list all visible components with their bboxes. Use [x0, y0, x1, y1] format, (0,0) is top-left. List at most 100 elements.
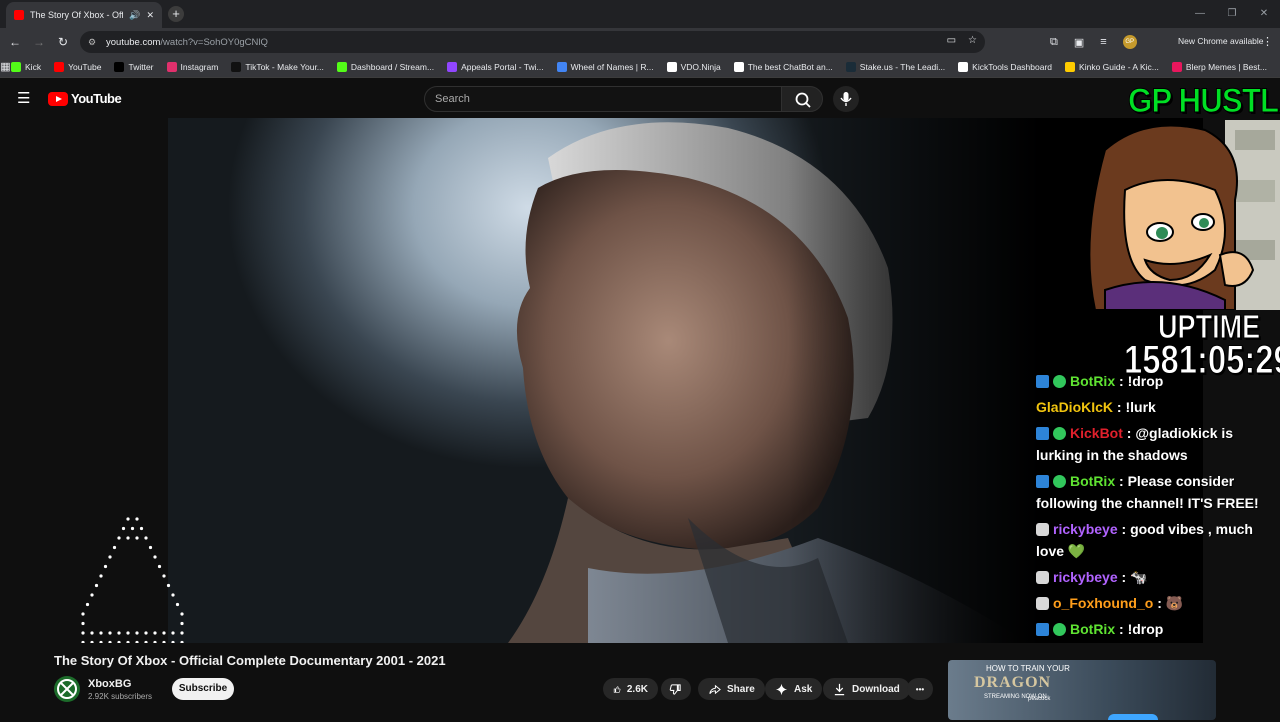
chrome-menu-icon[interactable]: ⋮ [1262, 35, 1273, 48]
visualizer-dot [180, 631, 184, 635]
chat-message: BotRix : !drop [1036, 618, 1272, 640]
bookmark-item[interactable]: Twitter [114, 61, 154, 72]
chat-separator: : [1153, 595, 1166, 611]
reload-icon[interactable]: ↻ [51, 35, 75, 49]
recommended-video-thumbnail[interactable]: HOW TO TRAIN YOUR DRAGON STREAMING NOW O… [948, 660, 1216, 720]
bookmark-label: Instagram [180, 61, 219, 72]
close-window-icon[interactable]: ✕ [1248, 0, 1280, 28]
bookmark-label: Stake.us - The Leadi... [859, 61, 946, 72]
omnibox[interactable]: ⚙ youtube.com/watch?v=SohOY0gCNlQ ▭ ☆ [80, 31, 985, 53]
speaker-icon[interactable]: 🔊 [129, 10, 140, 21]
extensions-icon[interactable]: ⧉ [1050, 36, 1058, 49]
verified-badge-icon [1053, 427, 1066, 440]
bookmark-star-icon[interactable]: ☆ [968, 35, 977, 46]
bookmark-favicon-icon [666, 61, 677, 72]
like-count: 2.6K [626, 683, 648, 695]
bookmark-item[interactable]: The best ChatBot an... [733, 61, 833, 72]
chat-separator: : [1113, 399, 1126, 415]
subscribe-button[interactable]: Subscribe [172, 678, 234, 700]
download-button[interactable]: Download [823, 678, 910, 700]
bookmark-item[interactable]: KickTools Dashboard [958, 61, 1052, 72]
browser-tab-active[interactable]: The Story Of Xbox - Official 🔊 ✕ [6, 2, 162, 28]
share-icon [709, 684, 721, 694]
restore-icon[interactable]: ❐ [1216, 0, 1248, 28]
channel-avatar[interactable] [54, 676, 80, 702]
verified-badge-icon [1053, 375, 1066, 388]
chat-text: !lurk [1125, 399, 1156, 415]
bookmark-item[interactable]: TikTok - Make Your... [231, 61, 324, 72]
bookmark-label: Kick [25, 61, 42, 72]
bookmark-item[interactable]: Blerp Memes | Best... [1171, 61, 1267, 72]
bookmark-item[interactable]: Wheel of Names | R... [556, 61, 654, 72]
bookmark-item[interactable]: Kick [11, 61, 42, 72]
address-bar-row: ← → ↻ ⚙ youtube.com/watch?v=SohOY0gCNlQ … [0, 28, 1280, 56]
channel-name[interactable]: XboxBG [88, 678, 131, 690]
visualizer-dot [135, 536, 139, 540]
close-tab-icon[interactable]: ✕ [146, 10, 154, 21]
apps-grid-icon[interactable]: ▦ [0, 60, 11, 73]
chat-separator: : [1122, 425, 1136, 441]
bookmark-item[interactable]: Stake.us - The Leadi... [845, 61, 946, 72]
chat-separator: : [1115, 621, 1128, 637]
bookmark-item[interactable]: YouTube [54, 61, 101, 72]
youtube-logo-text: YouTube [71, 91, 122, 106]
bookmark-label: Appeals Portal - Twi... [461, 61, 544, 72]
youtube-logo[interactable]: YouTube [48, 91, 122, 106]
kick-badge-icon [1036, 623, 1049, 636]
chat-username: rickybeye [1053, 521, 1118, 537]
chat-username: rickybeye [1053, 569, 1118, 585]
chat-username: BotRix [1070, 621, 1116, 637]
visualizer-dot [171, 593, 175, 597]
subscriber-badge-icon [1036, 523, 1049, 536]
visualizer-dot [171, 631, 175, 635]
chat-separator: : [1117, 569, 1131, 585]
forward-icon[interactable]: → [27, 35, 51, 49]
verified-badge-icon [1053, 623, 1066, 636]
visualizer-dot [157, 564, 162, 569]
visualizer-dot [81, 612, 85, 616]
minimize-icon[interactable]: — [1184, 0, 1216, 28]
dislike-button[interactable] [661, 678, 691, 700]
profile-avatar[interactable]: GP [1122, 35, 1137, 49]
reading-list-icon[interactable]: ▣ [1074, 36, 1084, 49]
visualizer-dot [135, 517, 139, 521]
bookmark-item[interactable]: Appeals Portal - Twi... [447, 61, 544, 72]
new-tab-button[interactable]: + [168, 6, 184, 22]
bookmark-favicon-icon [1171, 61, 1182, 72]
media-controls-icon[interactable]: ≡ [1100, 36, 1106, 48]
ask-button[interactable]: Ask [765, 678, 823, 700]
chat-username: BotRix [1070, 473, 1116, 489]
search-button[interactable] [781, 86, 823, 112]
bookmark-favicon-icon [1065, 61, 1076, 72]
search-icon [795, 92, 811, 108]
bookmark-label: Twitter [128, 61, 154, 72]
new-chrome-available[interactable]: New Chrome available [1178, 36, 1264, 46]
kick-badge-icon [1036, 375, 1049, 388]
menu-icon[interactable]: ☰ [17, 91, 31, 106]
visualizer-dot [90, 593, 94, 597]
search-input[interactable]: Search [424, 86, 782, 112]
bookmark-favicon-icon [231, 61, 242, 72]
bookmark-label: Wheel of Names | R... [570, 61, 654, 72]
subscriber-badge-icon [1036, 597, 1049, 610]
voice-search-button[interactable] [833, 86, 859, 112]
share-label: Share [727, 683, 755, 695]
visualizer-dot [126, 517, 130, 521]
bookmark-item[interactable]: Kinko Guide - A Kic... [1065, 61, 1159, 72]
bookmark-item[interactable]: Instagram [166, 61, 219, 72]
back-icon[interactable]: ← [3, 35, 27, 49]
visualizer-dot [99, 574, 103, 578]
bookmark-favicon-icon [958, 61, 969, 72]
cast-icon[interactable]: ▭ [947, 35, 956, 46]
like-button[interactable]: 2.6K [603, 678, 658, 700]
chat-username: BotRix [1070, 373, 1116, 389]
more-actions-button[interactable]: ••• [907, 678, 933, 700]
kick-badge-icon [1036, 427, 1049, 440]
ask-label: Ask [794, 683, 813, 695]
visualizer-dot [94, 583, 99, 588]
site-info-icon[interactable]: ⚙ [88, 37, 98, 47]
share-button[interactable]: Share [698, 678, 765, 700]
bookmark-item[interactable]: VDO.Ninja [666, 61, 721, 72]
bookmark-item[interactable]: Dashboard / Stream... [336, 61, 434, 72]
window-controls: — ❐ ✕ [1184, 0, 1280, 28]
